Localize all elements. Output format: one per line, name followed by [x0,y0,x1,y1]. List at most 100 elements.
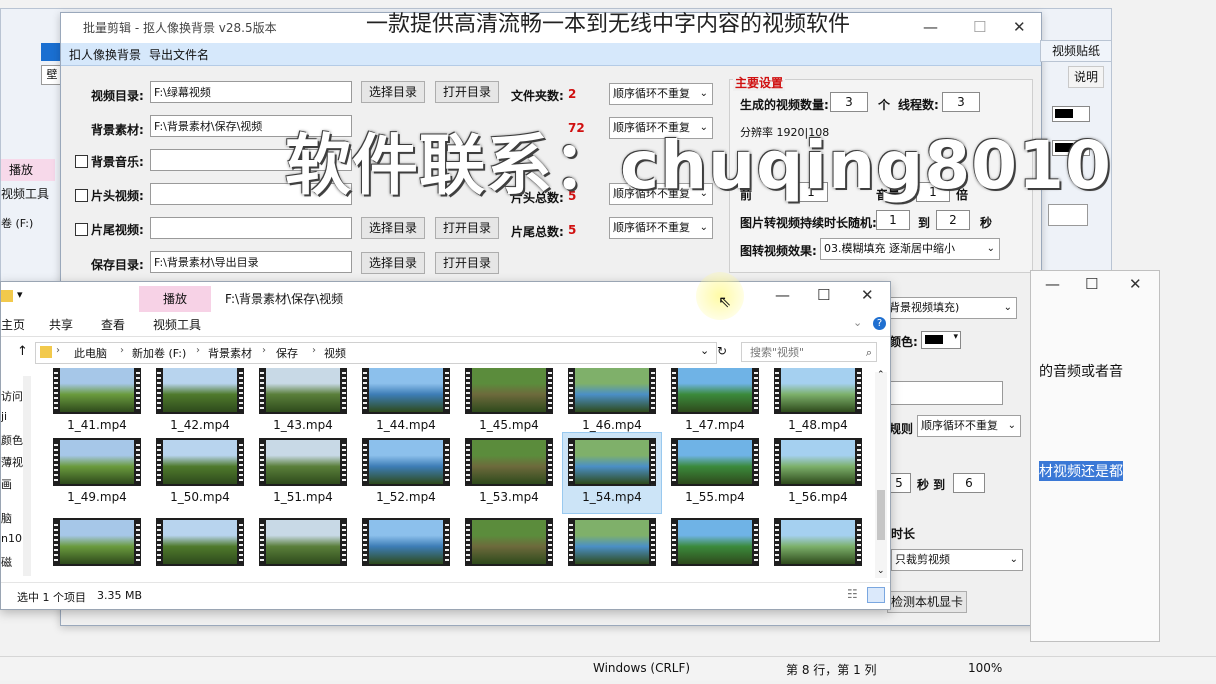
tab-view[interactable]: 查看 [101,316,125,333]
video-thumbnail[interactable] [362,518,450,566]
video-thumbnail[interactable] [465,518,553,566]
help-button[interactable]: 说明 [1068,66,1104,88]
breadcrumb-save[interactable]: 保存 [276,345,298,361]
nav-item[interactable]: n10 [1,532,22,545]
file-scrollbar[interactable]: ⌃ ⌄ [875,370,887,578]
outro-video-field[interactable] [150,217,352,239]
video-thumbnail[interactable] [53,518,141,566]
close-icon[interactable]: ✕ [1129,275,1142,293]
scroll-up-icon[interactable]: ⌃ [877,370,885,380]
color-picker[interactable]: ▾ [921,331,961,349]
search-input[interactable]: 搜索"视频" ⌕ [741,342,877,362]
nav-scrollbar[interactable] [23,376,31,576]
select-outro-dir-button[interactable]: 选择目录 [361,217,425,239]
scroll-down-icon[interactable]: ⌄ [877,566,885,576]
video-thumbnail[interactable] [53,438,141,486]
video-thumbnail[interactable] [671,438,759,486]
nav-item[interactable]: 访问 [1,388,23,404]
select-video-dir-button[interactable]: 选择目录 [361,81,425,103]
video-thumbnail[interactable] [259,438,347,486]
bg-music-checkbox[interactable] [75,155,88,168]
nav-item[interactable]: ji [1,410,7,423]
breadcrumb-bg-material[interactable]: 背景素材 [208,345,252,361]
video-thumbnail[interactable] [774,368,862,414]
file-name-label[interactable]: 1_51.mp4 [253,490,353,504]
video-thumbnail[interactable] [774,438,862,486]
video-thumbnail[interactable] [259,518,347,566]
nav-item[interactable]: 磁 [1,554,12,570]
ribbon-expand-icon[interactable]: ⌄ [853,316,862,329]
select-save-dir-button[interactable]: 选择目录 [361,252,425,274]
menu-export-filename[interactable]: 导出文件名 [149,46,209,63]
detect-gpu-button[interactable]: 检测本机显卡 [887,591,967,613]
nav-item[interactable]: 脑 [1,510,12,526]
video-thumbnail[interactable] [53,368,141,414]
random-to-input[interactable]: 2 [936,210,970,230]
rule-select[interactable]: 顺序循环不重复 ⌄ [917,415,1021,437]
open-save-dir-button[interactable]: 打开目录 [435,252,499,274]
help-icon[interactable]: ? [873,317,886,330]
context-play-tab[interactable]: 播放 [139,286,211,312]
file-name-label[interactable]: 1_50.mp4 [150,490,250,504]
random-from-input[interactable]: 1 [876,210,910,230]
up-arrow-icon[interactable]: ↑ [17,344,28,359]
video-thumbnail[interactable] [568,438,656,486]
video-thumbnail[interactable] [671,368,759,414]
scroll-thumb[interactable] [877,490,885,540]
nav-item[interactable]: 薄视 [1,454,23,470]
tab-home[interactable]: 主页 [1,316,25,333]
file-name-label[interactable]: 1_54.mp4 [562,490,662,504]
menu-cutout-bg[interactable]: 扣人像换背景 [69,46,141,63]
open-video-dir-button[interactable]: 打开目录 [435,81,499,103]
outro-video-checkbox[interactable] [75,223,88,236]
maximize-icon[interactable]: ☐ [817,286,830,304]
details-view-icon[interactable]: ☷ [847,587,858,601]
video-thumbnail[interactable] [568,368,656,414]
video-thumbnail[interactable] [774,518,862,566]
video-thumbnail[interactable] [362,368,450,414]
video-thumbnail[interactable] [568,518,656,566]
file-name-label[interactable]: 1_46.mp4 [562,418,662,432]
file-name-label[interactable]: 1_47.mp4 [665,418,765,432]
threads-input[interactable]: 3 [942,92,980,112]
file-name-label[interactable]: 1_53.mp4 [459,490,559,504]
file-name-label[interactable]: 1_48.mp4 [768,418,868,432]
sec-to-input[interactable]: 6 [953,473,985,493]
breadcrumb-drive[interactable]: 新加卷 (F:) [132,345,186,361]
maximize-icon[interactable]: ☐ [1085,275,1098,293]
large-icons-view-icon[interactable] [867,587,885,603]
address-bar[interactable]: › 此电脑 › 新加卷 (F:) › 背景素材 › 保存 › 视频 ⌄ [35,342,717,364]
nav-item[interactable]: 颜色 [1,432,23,448]
file-name-label[interactable]: 1_49.mp4 [47,490,147,504]
refresh-icon[interactable]: ↻ [717,344,727,358]
close-icon[interactable]: ✕ [861,286,874,304]
video-tools-tab[interactable]: 视频工具 [1,183,55,205]
chevron-down-icon[interactable]: ⌄ [700,344,709,357]
file-name-label[interactable]: 1_41.mp4 [47,418,147,432]
video-thumbnail[interactable] [671,518,759,566]
video-dir-field[interactable]: F:\绿幕视频 [150,81,352,103]
lower-text-field[interactable] [887,381,1003,405]
file-name-label[interactable]: 1_42.mp4 [150,418,250,432]
file-name-label[interactable]: 1_55.mp4 [665,490,765,504]
bg-fill-select[interactable]: 背景视频填充) ⌄ [885,297,1017,319]
file-name-label[interactable]: 1_45.mp4 [459,418,559,432]
crop-select[interactable]: 只裁剪视频 ⌄ [891,549,1023,571]
video-thumbnail[interactable] [465,368,553,414]
video-thumbnail[interactable] [259,368,347,414]
minimize-icon[interactable]: — [775,286,790,304]
video-thumbnail[interactable] [156,368,244,414]
breadcrumb-this-pc[interactable]: 此电脑 [74,345,107,361]
video-thumbnail[interactable] [156,518,244,566]
tab-share[interactable]: 共享 [49,316,73,333]
breadcrumb-video[interactable]: 视频 [324,345,346,361]
gen-count-input[interactable]: 3 [830,92,868,112]
file-name-label[interactable]: 1_52.mp4 [356,490,456,504]
video-thumbnail[interactable] [156,438,244,486]
quick-access-dropdown-icon[interactable]: ▾ [17,288,23,301]
file-name-label[interactable]: 1_56.mp4 [768,490,868,504]
video-thumbnail[interactable] [362,438,450,486]
intro-video-checkbox[interactable] [75,189,88,202]
play-tab[interactable]: 播放 [1,159,55,181]
minimize-icon[interactable]: — [1045,275,1060,293]
